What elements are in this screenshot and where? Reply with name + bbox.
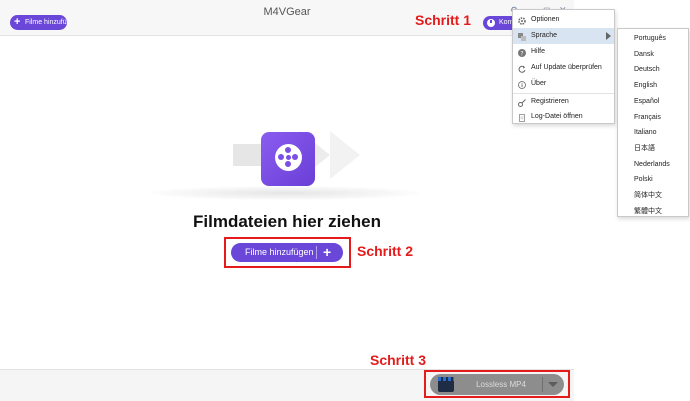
menu-item-label: Hilfe <box>531 48 546 55</box>
film-reel-icon <box>261 132 315 186</box>
menu-item-label: Sprache <box>531 32 558 39</box>
language-item[interactable]: Dansk <box>618 47 688 63</box>
language-item[interactable]: Polski <box>618 172 688 188</box>
menu-item-label: Auf Update überprüfen <box>531 64 602 71</box>
drop-title: Filmdateien hier ziehen <box>193 212 381 231</box>
gear-icon <box>518 16 526 25</box>
drop-area[interactable] <box>0 37 574 369</box>
help-icon: ? <box>518 48 526 57</box>
clock-icon <box>487 19 495 27</box>
language-item[interactable]: Português <box>618 31 688 47</box>
step2-label: Schritt 2 <box>357 243 414 259</box>
language-item[interactable]: Nederlands <box>618 157 688 173</box>
screen: M4VGear + Filme hinzufü Konv ⚙ — ◻ ✕ <box>0 0 690 401</box>
language-submenu: Português Dansk Deutsch English Español … <box>617 28 689 217</box>
add-movies-top-label: Filme hinzufü <box>25 19 67 26</box>
menu-item-update[interactable]: Auf Update überprüfen <box>513 60 614 76</box>
language-item[interactable]: 繁體中文 <box>618 204 688 220</box>
plus-icon: + <box>14 16 21 28</box>
document-icon <box>518 113 526 122</box>
drop-shadow <box>150 186 420 200</box>
step3-highlight-box <box>424 370 570 398</box>
svg-text:?: ? <box>520 50 523 57</box>
language-item[interactable]: 简体中文 <box>618 188 688 204</box>
step1-label: Schritt 1 <box>415 12 472 28</box>
menu-item-about[interactable]: Über <box>513 76 614 92</box>
menu-item-register[interactable]: Registrieren <box>513 94 614 110</box>
language-item[interactable]: Deutsch <box>618 62 688 78</box>
refresh-icon <box>518 64 526 73</box>
settings-menu: Optionen Sprache ? Hilfe Auf Update über… <box>512 9 615 124</box>
key-icon <box>518 98 526 107</box>
language-icon <box>518 32 526 41</box>
step3-label: Schritt 3 <box>370 352 427 368</box>
language-item[interactable]: 日本語 <box>618 141 688 157</box>
m4vgear-window: M4VGear + Filme hinzufü Konv ⚙ — ◻ ✕ <box>0 0 574 401</box>
title-bar: M4VGear + Filme hinzufü Konv ⚙ — ◻ ✕ <box>0 0 574 36</box>
menu-item-label: Über <box>531 80 547 87</box>
menu-item-hilfe[interactable]: ? Hilfe <box>513 44 614 60</box>
menu-item-sprache[interactable]: Sprache <box>513 28 614 44</box>
info-icon <box>518 80 526 89</box>
language-item[interactable]: Español <box>618 94 688 110</box>
menu-item-optionen[interactable]: Optionen <box>513 12 614 28</box>
language-item[interactable]: Italiano <box>618 125 688 141</box>
add-movies-top-button[interactable]: + Filme hinzufü <box>10 15 67 30</box>
menu-item-label: Optionen <box>531 16 560 23</box>
language-item[interactable]: Français <box>618 110 688 126</box>
menu-item-logfile[interactable]: Log-Datei öffnen <box>513 109 614 125</box>
arrow-head-icon <box>330 131 360 179</box>
step2-highlight-box <box>224 237 351 268</box>
submenu-arrow-icon <box>606 32 611 40</box>
menu-item-label: Log-Datei öffnen <box>531 113 583 120</box>
menu-item-label: Registrieren <box>531 98 569 105</box>
language-item[interactable]: English <box>618 78 688 94</box>
